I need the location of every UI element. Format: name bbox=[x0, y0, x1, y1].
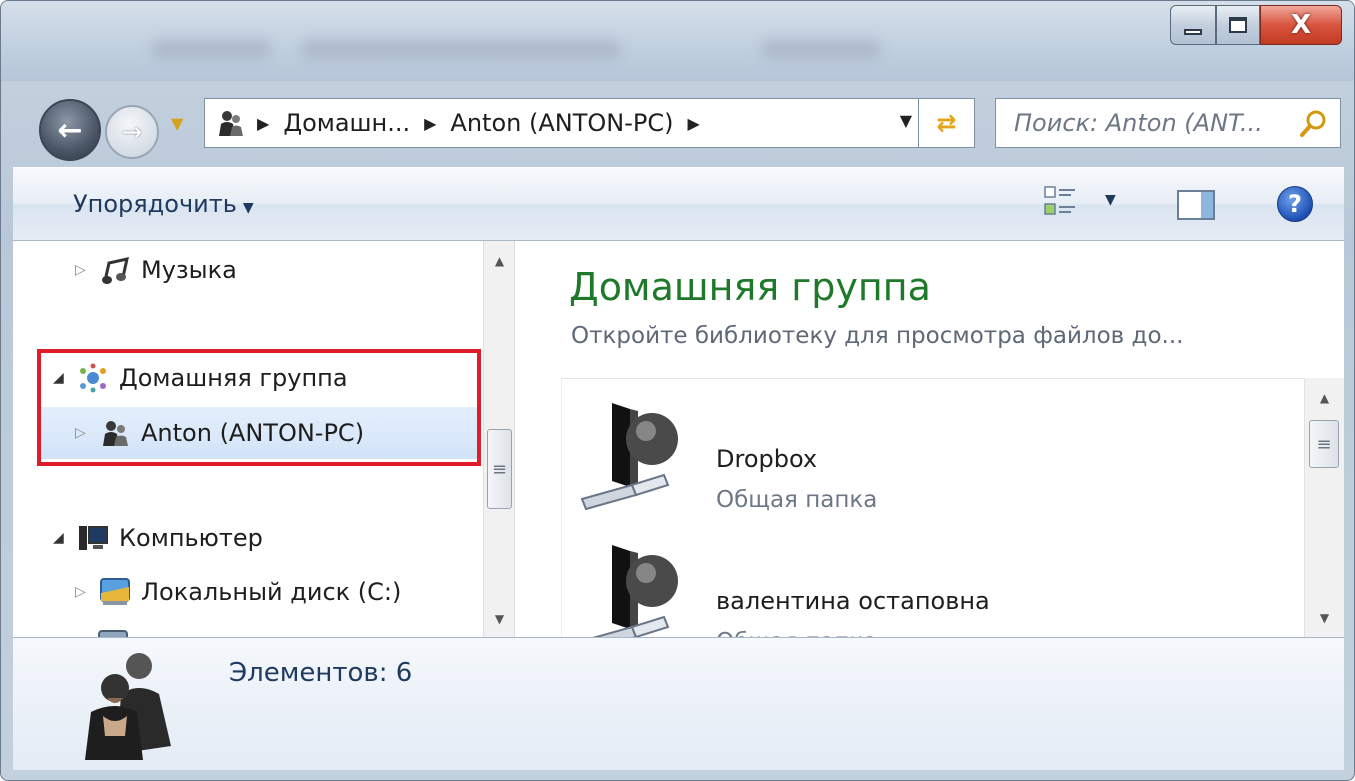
recent-pages-button[interactable]: ▼ bbox=[171, 114, 183, 133]
tree-item-partial[interactable] bbox=[97, 629, 139, 637]
forward-arrow-icon: → bbox=[121, 118, 143, 146]
back-button[interactable]: ← bbox=[39, 99, 101, 161]
main-scrollbar[interactable]: ▲ ≡ ▼ bbox=[1304, 378, 1344, 637]
chevron-down-icon: ▼ bbox=[242, 200, 254, 216]
maximize-button[interactable] bbox=[1216, 5, 1260, 45]
scroll-thumb[interactable]: ≡ bbox=[487, 429, 512, 509]
tree-item-label: Локальный диск (C:) bbox=[141, 578, 402, 606]
close-button[interactable]: X bbox=[1260, 5, 1342, 45]
homegroup-icon bbox=[80, 363, 106, 393]
blurred-title-decoration bbox=[301, 39, 621, 59]
help-icon[interactable]: ? bbox=[1277, 186, 1313, 222]
close-icon: X bbox=[1290, 10, 1312, 40]
homegroup-user-icon bbox=[219, 111, 243, 136]
minimize-button[interactable] bbox=[1170, 5, 1216, 45]
list-item-dropbox[interactable]: Dropbox Общая папка bbox=[572, 399, 1272, 529]
main-pane: Домашняя группа Откройте библиотеку для … bbox=[517, 241, 1344, 655]
back-arrow-icon: ← bbox=[57, 112, 83, 148]
breadcrumb-separator[interactable]: ▶ bbox=[424, 114, 436, 133]
user-icon bbox=[103, 421, 128, 446]
help-glyph: ? bbox=[1288, 190, 1302, 218]
users-icon bbox=[85, 653, 171, 760]
collapse-arrow-icon[interactable]: ◢ bbox=[53, 530, 77, 546]
organize-button[interactable]: Упорядочить ▼ bbox=[73, 190, 254, 218]
breadcrumb-current[interactable]: Anton (ANTON-PC) bbox=[450, 109, 673, 137]
computer-icon bbox=[79, 526, 108, 550]
tree-item-computer[interactable]: ◢ Компьютер bbox=[53, 523, 263, 553]
expand-arrow-icon[interactable]: ▷ bbox=[75, 425, 99, 441]
item-count: Элементов: 6 bbox=[229, 658, 413, 688]
minimize-icon bbox=[1184, 29, 1202, 35]
scroll-up-icon[interactable]: ▲ bbox=[484, 249, 514, 273]
scroll-down-icon[interactable]: ▼ bbox=[484, 607, 514, 631]
search-box[interactable]: Поиск: Anton (ANT... bbox=[995, 98, 1341, 148]
item-name: Dropbox bbox=[716, 445, 818, 473]
blurred-title-decoration bbox=[151, 39, 271, 59]
breadcrumb-separator[interactable]: ▶ bbox=[687, 114, 699, 133]
window-controls: X bbox=[1170, 5, 1342, 45]
command-bar: Упорядочить ▼ ▼ ? bbox=[13, 167, 1344, 241]
tree-item-label: Компьютер bbox=[119, 524, 263, 552]
navigation-pane: ▷ Музыка ◢ Домашняя группа ▷ Anton (ANTO… bbox=[13, 241, 515, 637]
status-bar: Элементов: 6 bbox=[13, 637, 1344, 770]
blurred-title-decoration bbox=[761, 39, 881, 59]
page-title: Домашняя группа bbox=[569, 265, 931, 309]
drive-icon bbox=[100, 578, 130, 605]
refresh-icon: ⇄ bbox=[936, 109, 957, 137]
search-icon[interactable] bbox=[1296, 107, 1330, 141]
breadcrumb-homegroup[interactable]: Домашн... bbox=[283, 109, 410, 137]
collapse-arrow-icon[interactable]: ◢ bbox=[53, 370, 77, 386]
expand-arrow-icon[interactable]: ▷ bbox=[75, 262, 99, 278]
tree-item-homegroup[interactable]: ◢ Домашняя группа bbox=[53, 363, 348, 393]
drive-icon bbox=[98, 630, 128, 637]
tree-item-label: Музыка bbox=[141, 256, 237, 284]
tree-item-label: Anton (ANTON-PC) bbox=[141, 419, 365, 447]
scroll-down-icon[interactable]: ▼ bbox=[1305, 606, 1344, 630]
tree-item-music[interactable]: ▷ Музыка bbox=[75, 255, 237, 285]
search-placeholder: Поиск: Anton (ANT... bbox=[1014, 109, 1263, 137]
change-view-icon[interactable] bbox=[1041, 182, 1081, 222]
item-type: Общая папка bbox=[716, 487, 878, 513]
expand-arrow-icon[interactable]: ▷ bbox=[75, 584, 99, 600]
scroll-up-icon[interactable]: ▲ bbox=[1305, 386, 1344, 410]
music-icon bbox=[102, 257, 129, 284]
shared-items-list: Dropbox Общая папка валентина остаповна … bbox=[561, 378, 1344, 655]
tree-item-anton[interactable]: ▷ Anton (ANTON-PC) bbox=[41, 407, 479, 459]
preview-pane-icon[interactable] bbox=[1177, 190, 1215, 220]
tree-item-label: Домашняя группа bbox=[119, 364, 348, 392]
item-name: валентина остаповна bbox=[716, 587, 990, 615]
address-dropdown-icon[interactable]: ▼ bbox=[900, 111, 912, 130]
organize-label: Упорядочить bbox=[73, 190, 237, 218]
tree-item-local-disk[interactable]: ▷ Локальный диск (C:) bbox=[75, 577, 401, 607]
view-options-dropdown[interactable]: ▼ bbox=[1105, 192, 1116, 208]
scroll-thumb[interactable]: ≡ bbox=[1309, 420, 1339, 468]
address-bar[interactable]: ▶ Домашн... ▶ Anton (ANTON-PC) ▶ ▼ bbox=[204, 98, 919, 148]
forward-button[interactable]: → bbox=[105, 105, 159, 159]
shared-folder-icon bbox=[580, 403, 678, 511]
chevron-down-icon: ▼ bbox=[171, 114, 184, 133]
explorer-window: X ← → ▼ ▶ Домашн... ▶ Anton (ANTON-PC) ▶… bbox=[0, 0, 1355, 781]
refresh-button[interactable]: ⇄ bbox=[919, 98, 975, 148]
navigation-scrollbar[interactable]: ▲ ≡ ▼ bbox=[483, 241, 514, 637]
title-bar[interactable] bbox=[1, 1, 1354, 81]
content-area: ▷ Музыка ◢ Домашняя группа ▷ Anton (ANTO… bbox=[13, 241, 1344, 655]
breadcrumb-separator[interactable]: ▶ bbox=[257, 114, 269, 133]
maximize-icon bbox=[1229, 17, 1247, 33]
page-subtitle: Откройте библиотеку для просмотра файлов… bbox=[571, 323, 1184, 349]
